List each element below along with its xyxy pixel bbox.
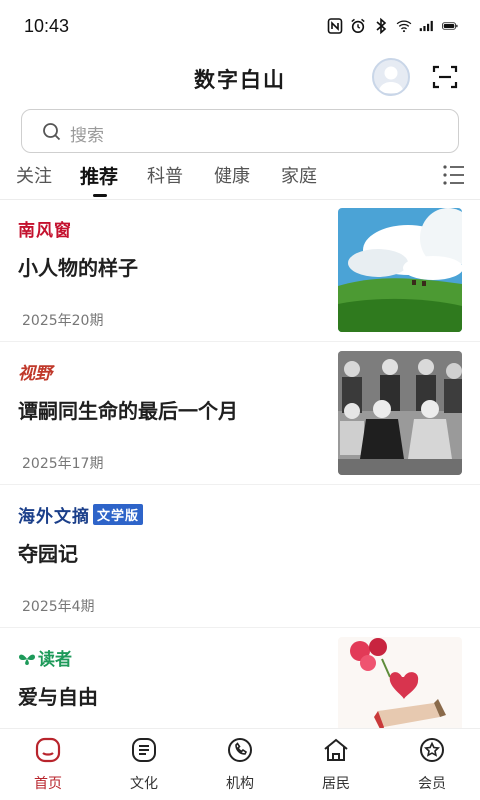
signal-icon <box>419 20 433 32</box>
tab-menu-icon[interactable] <box>442 164 466 186</box>
scan-icon[interactable] <box>432 64 458 90</box>
phone-icon <box>228 738 252 762</box>
search-placeholder: 搜索 <box>70 126 104 146</box>
nfc-icon <box>327 18 343 34</box>
avatar-placeholder-icon <box>378 66 404 93</box>
nav-culture[interactable]: 文化 <box>104 735 184 797</box>
article-thumbnail <box>338 351 462 475</box>
source-badge: 文学版 <box>93 504 144 525</box>
article-issue: 2025年20期 <box>22 313 104 329</box>
bluetooth-icon <box>376 17 387 35</box>
nav-home[interactable]: 首页 <box>8 735 88 797</box>
search-input[interactable]: 搜索 <box>21 109 459 153</box>
nav-member[interactable]: 会员 <box>392 735 472 797</box>
leaf-icon <box>19 654 35 665</box>
culture-icon <box>132 738 156 762</box>
avatar[interactable] <box>372 58 410 96</box>
wifi-icon <box>396 20 412 33</box>
article-title: 谭嗣同生命的最后一个月 <box>18 399 238 423</box>
app-header: 数字白山 <box>0 56 480 100</box>
search-icon <box>43 123 61 141</box>
alarm-icon <box>351 18 365 34</box>
source-logo: 视野 <box>18 364 52 384</box>
home-icon <box>35 737 61 763</box>
article-thumbnail <box>338 637 462 728</box>
article-card[interactable]: 视野 谭嗣同生命的最后一个月 2025年17期 <box>0 343 480 485</box>
nav-label: 机构 <box>226 776 254 792</box>
status-time: 10:43 <box>24 16 70 36</box>
nav-label: 会员 <box>418 776 446 792</box>
article-title: 爱与自由 <box>18 685 98 709</box>
tab-active-indicator <box>93 194 107 197</box>
article-title: 小人物的样子 <box>18 256 138 280</box>
tab-family[interactable]: 家庭 <box>281 162 317 188</box>
tab-science[interactable]: 科普 <box>147 162 183 188</box>
tab-recommend[interactable]: 推荐 <box>80 162 118 189</box>
category-tabs: 关注 推荐 科普 健康 家庭 <box>0 156 480 200</box>
article-thumbnail <box>338 208 462 332</box>
tab-health[interactable]: 健康 <box>214 162 250 188</box>
battery-icon <box>442 22 458 30</box>
status-bar: 10:43 <box>0 0 480 56</box>
nav-label: 文化 <box>130 776 158 792</box>
nav-label: 居民 <box>322 776 350 792</box>
bottom-nav: 首页 文化 机构 居民 会员 <box>0 728 480 800</box>
source-name: 读者 <box>38 650 72 670</box>
nav-label: 首页 <box>34 776 62 792</box>
article-card[interactable]: 读者 爱与自由 <box>0 629 480 728</box>
nav-institution[interactable]: 机构 <box>200 735 280 797</box>
source-logo: 海外文摘 文学版 <box>18 502 144 527</box>
article-card[interactable]: 南风窗 小人物的样子 2025年20期 <box>0 200 480 342</box>
article-card[interactable]: 海外文摘 文学版 夺园记 2025年4期 <box>0 486 480 628</box>
resident-icon <box>324 738 348 761</box>
member-icon <box>420 738 444 762</box>
nav-resident[interactable]: 居民 <box>296 735 376 797</box>
status-icons <box>327 17 458 35</box>
source-logo: 南风窗 <box>18 221 72 241</box>
article-feed: 南风窗 小人物的样子 2025年20期 视野 谭嗣同生命的最后一个月 2025年… <box>0 200 480 728</box>
article-title: 夺园记 <box>18 542 78 566</box>
tab-follow[interactable]: 关注 <box>16 162 52 188</box>
article-issue: 2025年17期 <box>22 456 104 472</box>
article-issue: 2025年4期 <box>22 599 95 615</box>
source-logo: 读者 <box>18 645 72 670</box>
source-name: 海外文摘 <box>18 507 90 527</box>
